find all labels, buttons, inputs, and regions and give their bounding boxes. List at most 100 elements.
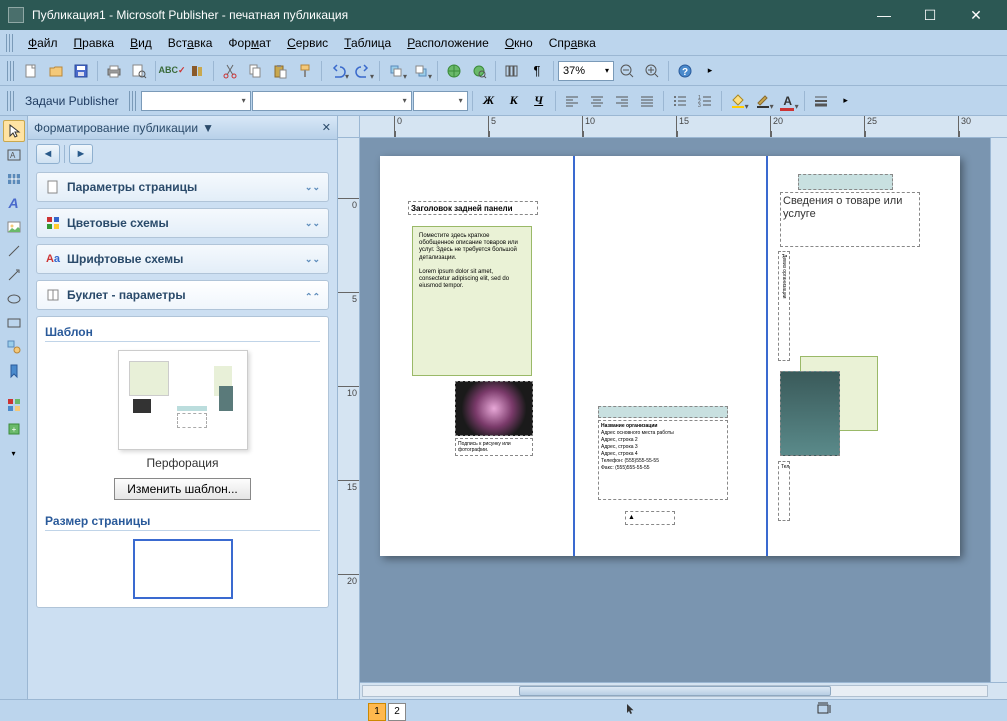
menu-edit[interactable]: Правка [66, 33, 123, 53]
special-chars-button[interactable]: ¶ [525, 59, 549, 83]
front-title[interactable]: Сведения о товаре или услуге [780, 192, 920, 247]
align-center-button[interactable] [585, 89, 609, 113]
align-left-button[interactable] [560, 89, 584, 113]
spellcheck-button[interactable]: ABC✓ [160, 59, 184, 83]
style-combo[interactable]: ▾ [141, 91, 251, 111]
new-button[interactable] [19, 59, 43, 83]
paste-button[interactable] [268, 59, 292, 83]
org-logo-placeholder[interactable]: ▲ [625, 511, 675, 525]
bold-button[interactable]: Ж [477, 90, 501, 112]
numbering-button[interactable]: 123 [693, 89, 717, 113]
section-font-schemes[interactable]: Aa Шрифтовые схемы ⌄⌄ [36, 244, 329, 274]
menubar-grip[interactable] [6, 34, 14, 52]
toolbar-options-2-button[interactable]: ▸ [834, 89, 858, 113]
menu-format[interactable]: Формат [220, 33, 279, 53]
menu-table[interactable]: Таблица [336, 33, 399, 53]
flower-image[interactable] [455, 381, 533, 436]
align-justify-button[interactable] [635, 89, 659, 113]
fill-color-button[interactable]: ▾ [726, 89, 750, 113]
template-thumbnail[interactable] [118, 350, 248, 450]
save-button[interactable] [69, 59, 93, 83]
publication-page[interactable]: Заголовок задней панели Поместите здесь … [380, 156, 960, 556]
hscroll-thumb[interactable] [519, 686, 831, 696]
content-library-tool[interactable]: + [3, 418, 25, 440]
help-button[interactable]: ? [673, 59, 697, 83]
menu-help[interactable]: Справка [541, 33, 604, 53]
hyperlink-button[interactable] [467, 59, 491, 83]
align-right-button[interactable] [610, 89, 634, 113]
section-color-schemes[interactable]: Цветовые схемы ⌄⌄ [36, 208, 329, 238]
section-booklet[interactable]: Буклет - параметры ⌄⌄ [36, 280, 329, 310]
zoom-in-button[interactable] [640, 59, 664, 83]
menu-arrange[interactable]: Расположение [399, 33, 497, 53]
change-template-button[interactable]: Изменить шаблон... [114, 478, 251, 500]
zoom-out-button[interactable] [615, 59, 639, 83]
back-panel-heading[interactable]: Заголовок задней панели [408, 201, 538, 215]
taskpane-dropdown-icon[interactable]: ▼ [202, 121, 214, 135]
taskpane-close[interactable]: ✕ [322, 121, 331, 134]
line-style-button[interactable] [809, 89, 833, 113]
design-gallery-tool[interactable] [3, 394, 25, 416]
format-toolbar-grip-2[interactable] [129, 91, 137, 111]
undo-button[interactable]: ▾ [326, 59, 350, 83]
front-accent[interactable] [798, 174, 893, 190]
oval-tool[interactable] [3, 288, 25, 310]
line-color-button[interactable]: ▾ [751, 89, 775, 113]
rectangle-tool[interactable] [3, 312, 25, 334]
table-tool[interactable] [3, 168, 25, 190]
toolbar-grip[interactable] [7, 61, 15, 81]
slogan-vertical[interactable]: Девиз организации [778, 251, 790, 361]
bullets-button[interactable] [668, 89, 692, 113]
menu-file[interactable]: Файл [20, 33, 66, 53]
redo-button[interactable]: ▾ [351, 59, 375, 83]
cut-button[interactable] [218, 59, 242, 83]
maximize-button[interactable]: ☐ [907, 0, 953, 30]
copy-button[interactable] [243, 59, 267, 83]
autoshapes-tool[interactable] [3, 336, 25, 358]
toolbar-expand[interactable]: ▾ [3, 442, 25, 464]
taskpane-forward-button[interactable]: ► [69, 144, 93, 164]
bring-front-button[interactable]: ▾ [384, 59, 408, 83]
ruler-vertical[interactable]: 0 5 10 15 20 [338, 138, 360, 699]
line-tool[interactable] [3, 240, 25, 262]
close-button[interactable]: ✕ [953, 0, 999, 30]
columns-button[interactable] [500, 59, 524, 83]
print-preview-button[interactable] [127, 59, 151, 83]
minimize-button[interactable]: — [861, 0, 907, 30]
vertical-scrollbar[interactable] [990, 138, 1007, 682]
wordart-tool[interactable]: A [3, 192, 25, 214]
font-combo[interactable]: ▾ [252, 91, 412, 111]
textbox-tool[interactable]: A [3, 144, 25, 166]
section-page-options[interactable]: Параметры страницы ⌄⌄ [36, 172, 329, 202]
org-accent[interactable] [598, 406, 728, 418]
format-painter-button[interactable] [293, 59, 317, 83]
bookmark-tool[interactable] [3, 360, 25, 382]
zoom-combo[interactable]: 37%▾ [558, 61, 614, 81]
taskpane-back-button[interactable]: ◄ [36, 144, 60, 164]
italic-button[interactable]: К [502, 90, 526, 112]
page-tab-1[interactable]: 1 [368, 703, 386, 721]
phone-vertical[interactable]: Тел. [778, 461, 790, 521]
image-caption[interactable]: Подпись к рисунку или фотографии. [455, 438, 533, 456]
print-button[interactable] [102, 59, 126, 83]
select-tool[interactable] [3, 120, 25, 142]
research-button[interactable] [185, 59, 209, 83]
picture-tool[interactable] [3, 216, 25, 238]
org-info[interactable]: Название организацииАдрес основного мест… [598, 420, 728, 500]
door-image[interactable] [780, 371, 840, 456]
ruler-horizontal[interactable]: 0 5 10 15 20 25 30 [360, 116, 1007, 138]
send-back-button[interactable]: ▾ [409, 59, 433, 83]
arrow-tool[interactable] [3, 264, 25, 286]
taskpane-toggle[interactable]: Задачи Publisher [19, 94, 125, 108]
font-color-button[interactable]: A▾ [776, 89, 800, 113]
horizontal-scrollbar[interactable] [362, 685, 988, 697]
underline-button[interactable]: Ч [527, 90, 551, 112]
canvas-scroll[interactable]: Заголовок задней панели Поместите здесь … [360, 138, 990, 682]
toolbar-options-button[interactable]: ▸ [698, 59, 722, 83]
format-toolbar-grip[interactable] [7, 91, 15, 111]
menu-window[interactable]: Окно [497, 33, 541, 53]
menu-view[interactable]: Вид [122, 33, 160, 53]
page-size-thumbnail[interactable] [133, 539, 233, 599]
menu-insert[interactable]: Вставка [160, 33, 221, 53]
back-panel-body[interactable]: Поместите здесь краткое обобщенное описа… [412, 226, 532, 376]
